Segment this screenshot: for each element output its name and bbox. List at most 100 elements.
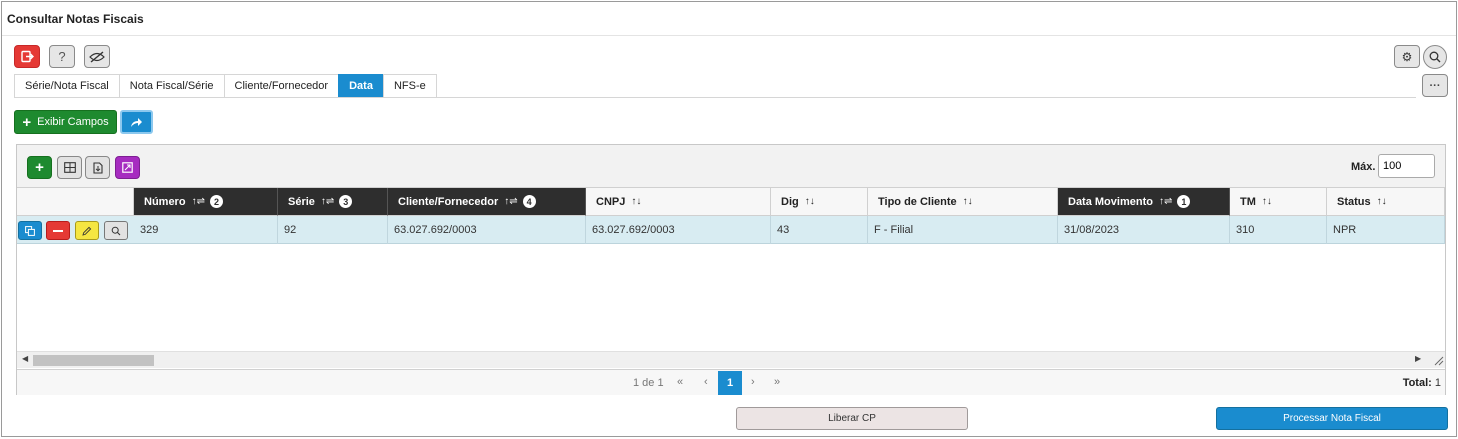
add-record-button[interactable]: + [27,156,52,179]
ellipsis-icon: ··· [1429,79,1441,92]
cell-tm: 310 [1230,216,1327,244]
minus-icon [53,229,63,232]
grid-toolbar: + Máx. [17,145,1445,188]
header-label: Número [144,195,186,208]
cell-tipo-cliente: F - Filial [868,216,1058,244]
sort-order-badge: 2 [209,195,223,208]
processar-nota-fiscal-button[interactable]: Processar Nota Fiscal [1216,407,1448,430]
file-export-icon [92,161,103,174]
sort-icon: ↑↓ [1261,196,1272,207]
cell-cliente-fornecedor: 63.027.692/0003 [388,216,586,244]
header-label: Status [1337,195,1371,208]
header-tipo-cliente[interactable]: Tipo de Cliente ↑↓ [868,188,1058,216]
total-count: Total: 1 [1403,377,1441,389]
more-options-button[interactable]: ··· [1422,74,1448,97]
table-row[interactable]: 329 92 63.027.692/0003 63.027.692/0003 4… [17,216,1445,244]
sort-order-badge: 4 [522,195,536,208]
liberar-cp-button[interactable]: Liberar CP [736,407,968,430]
tab-nfs-e[interactable]: NFS-e [382,74,437,97]
sort-asc-icon: ↑⇌ [320,196,335,207]
header-actions-spacer [17,188,134,216]
settings-button[interactable]: ⚙ [1394,45,1420,68]
scroll-left-icon[interactable]: ◀ [22,354,28,363]
sort-order-badge: 1 [1177,195,1191,208]
sort-asc-icon: ↑⇌ [191,196,205,207]
header-label: Tipo de Cliente [878,195,957,208]
expand-icon [122,162,133,173]
header-label: Data Movimento [1068,195,1153,208]
exibir-campos-button[interactable]: + Exibir Campos [14,110,117,134]
exibir-campos-label: Exibir Campos [37,116,109,128]
cell-dig: 43 [771,216,868,244]
search-icon [111,226,121,235]
first-page-button[interactable]: « [677,376,683,388]
sort-asc-icon: ↑⇌ [504,196,518,207]
plus-icon: + [22,113,32,131]
header-label: CNPJ [596,195,626,208]
exit-icon [20,50,34,63]
edit-row-button[interactable] [75,221,99,240]
header-dig[interactable]: Dig ↑↓ [771,188,868,216]
share-arrow-icon [131,117,142,127]
sort-icon: ↑↓ [631,196,642,207]
sort-order-badge: 3 [339,195,353,208]
header-label: Cliente/Fornecedor [398,195,499,208]
header-cnpj[interactable]: CNPJ ↑↓ [586,188,771,216]
gear-icon: ⚙ [1401,49,1413,64]
header-label: TM [1240,195,1256,208]
results-grid: + Máx. 100 Número ↑⇌ 2 Série ↑⇌ 3 Client… [16,144,1446,395]
table-icon [63,162,76,173]
page-1-button[interactable]: 1 [718,371,742,395]
tab-serie-nota-fiscal[interactable]: Série/Nota Fiscal [14,74,120,97]
tabs-divider [14,97,1416,98]
page-title: Consultar Notas Fiscais [7,12,144,26]
header-tm[interactable]: TM ↑↓ [1230,188,1327,216]
resize-grip-icon[interactable] [1433,355,1444,366]
help-button[interactable]: ? [49,45,75,68]
copy-icon [25,225,35,236]
share-button[interactable] [120,110,153,134]
next-page-button[interactable]: › [751,376,755,388]
tab-nota-fiscal-serie[interactable]: Nota Fiscal/Série [118,74,225,97]
copy-row-button[interactable] [18,221,42,240]
pencil-icon [82,226,92,236]
toggle-visibility-button[interactable] [84,45,110,68]
sort-asc-icon: ↑⇌ [1158,196,1173,207]
search-icon [1429,51,1441,63]
header-numero[interactable]: Número ↑⇌ 2 [134,188,278,216]
header-label: Série [288,195,315,208]
header-status[interactable]: Status ↑↓ [1327,188,1445,216]
exit-button[interactable] [14,45,40,68]
total-label: Total: [1402,377,1432,389]
scrollbar-thumb[interactable] [33,355,154,366]
cell-serie: 92 [278,216,388,244]
scroll-right-icon[interactable]: ▶ [1415,354,1421,363]
grid-header: Número ↑⇌ 2 Série ↑⇌ 3 Cliente/Fornecedo… [17,188,1445,216]
plus-icon: + [35,159,44,176]
tab-cliente-fornecedor[interactable]: Cliente/Fornecedor [223,74,340,97]
app-window: Consultar Notas Fiscais ? ⚙ Série/Nota F… [1,1,1457,437]
view-row-button[interactable] [104,221,128,240]
cell-status: NPR [1327,216,1445,244]
prev-page-button[interactable]: ‹ [704,376,708,388]
sort-icon: ↑↓ [962,196,973,207]
tab-bar: Série/Nota Fiscal Nota Fiscal/Série Clie… [14,74,437,97]
grid-layout-button[interactable] [57,156,82,179]
search-button[interactable] [1423,45,1447,69]
help-icon: ? [58,49,66,64]
sort-icon: ↑↓ [804,196,815,207]
expand-button[interactable] [115,156,140,179]
total-value: 1 [1434,377,1441,389]
header-data-movimento[interactable]: Data Movimento ↑⇌ 1 [1058,188,1230,216]
header-cliente-fornecedor[interactable]: Cliente/Fornecedor ↑⇌ 4 [388,188,586,216]
eye-slash-icon [89,50,105,63]
last-page-button[interactable]: » [774,376,780,388]
header-label: Dig [781,195,799,208]
header-serie[interactable]: Série ↑⇌ 3 [278,188,388,216]
max-records-input[interactable] [1378,154,1435,178]
export-file-button[interactable] [85,156,110,179]
delete-row-button[interactable] [46,221,70,240]
page-info: 1 de 1 [633,377,664,389]
horizontal-scrollbar[interactable]: ◀ ▶ [17,351,1445,368]
tab-data[interactable]: Data [338,74,384,97]
